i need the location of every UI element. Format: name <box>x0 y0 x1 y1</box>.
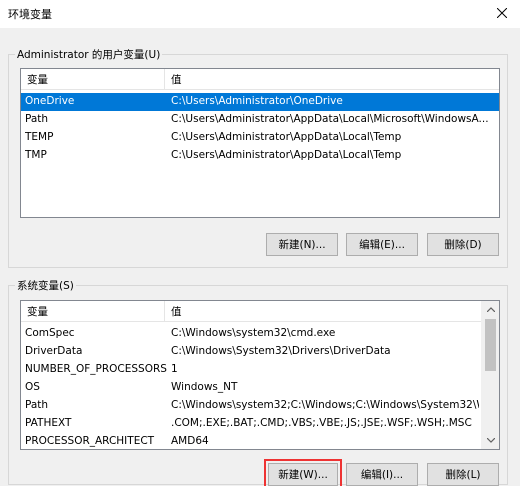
chevron-down-icon <box>486 438 495 443</box>
user-edit-button[interactable]: 编辑(E)... <box>346 233 418 256</box>
variable-name: Path <box>25 113 49 125</box>
variable-name: TEMP <box>25 131 54 143</box>
table-row[interactable]: Path C:\Windows\system32;C:\Windows;C:\Wi… <box>21 397 499 415</box>
column-separator[interactable] <box>164 301 165 321</box>
variable-value: C:\Users\Administrator\OneDrive <box>171 95 343 107</box>
user-new-button[interactable]: 新建(N)... <box>266 233 338 256</box>
table-row[interactable]: DriverData C:\Windows\System32\Drivers\Dr… <box>21 343 499 361</box>
table-row[interactable]: OS Windows_NT <box>21 379 499 397</box>
column-header-variable[interactable]: 变量 <box>27 72 48 87</box>
variable-value: C:\Windows\system32;C:\Windows;C:\Window… <box>171 399 479 411</box>
variable-value: 1 <box>171 363 178 375</box>
table-row[interactable]: TEMP C:\Users\Administrator\AppData\Local… <box>21 129 499 147</box>
variable-name: OneDrive <box>25 95 75 107</box>
variable-name: ComSpec <box>25 327 75 339</box>
variable-value: .COM;.EXE;.BAT;.CMD;.VBS;.VBE;.JS;.JSE;.… <box>171 417 472 429</box>
variable-name: DriverData <box>25 345 83 357</box>
scroll-down-button[interactable] <box>482 432 499 449</box>
variable-value: C:\Users\Administrator\AppData\Local\Tem… <box>171 131 402 143</box>
table-row[interactable]: ComSpec C:\Windows\system32\cmd.exe <box>21 325 499 343</box>
variable-value: C:\Users\Administrator\AppData\Local\Mic… <box>171 113 489 125</box>
chevron-up-icon <box>486 307 495 312</box>
user-delete-button[interactable]: 删除(D) <box>427 233 499 256</box>
column-header-value[interactable]: 值 <box>171 72 182 87</box>
table-row[interactable]: PATHEXT .COM;.EXE;.BAT;.CMD;.VBS;.VBE;.JS… <box>21 415 499 433</box>
window-title: 环境变量 <box>8 8 52 21</box>
title-bar: 环境变量 <box>0 0 520 28</box>
table-row[interactable]: NUMBER_OF_PROCESSORS 1 <box>21 361 499 379</box>
close-icon <box>497 8 507 18</box>
scrollbar-thumb[interactable] <box>485 319 496 371</box>
vertical-scrollbar[interactable] <box>481 301 499 449</box>
variable-name: PATHEXT <box>25 417 72 429</box>
column-header-variable[interactable]: 变量 <box>27 304 48 319</box>
system-edit-button[interactable]: 编辑(I)... <box>346 463 418 486</box>
column-separator[interactable] <box>164 69 165 89</box>
user-variables-list[interactable]: 变量 值 OneDrive C:\Users\Administrator\OneD… <box>20 68 500 218</box>
system-new-button[interactable]: 新建(W)... <box>264 459 342 486</box>
system-variables-group-label: 系统变量(S) <box>15 278 76 293</box>
column-header-value[interactable]: 值 <box>171 304 182 319</box>
variable-name: PROCESSOR_ARCHITECT <box>25 435 155 447</box>
variable-value: C:\Windows\system32\cmd.exe <box>171 327 336 339</box>
table-row[interactable]: TMP C:\Users\Administrator\AppData\Local\… <box>21 147 499 165</box>
variable-value: C:\Users\Administrator\AppData\Local\Tem… <box>171 149 402 161</box>
system-delete-button[interactable]: 删除(L) <box>427 463 499 486</box>
list-header: 变量 值 <box>21 301 499 322</box>
scroll-up-button[interactable] <box>482 301 499 318</box>
table-row[interactable]: PROCESSOR_ARCHITECT AMD64 <box>21 433 499 449</box>
variable-value: AMD64 <box>171 435 209 447</box>
variable-name: OS <box>25 381 40 393</box>
system-variables-list[interactable]: 变量 值 ComSpec C:\Windows\system32\cmd.exe D… <box>20 300 500 450</box>
variable-value: Windows_NT <box>171 381 238 393</box>
table-row[interactable]: Path C:\Users\Administrator\AppData\Local… <box>21 111 499 129</box>
table-row[interactable]: OneDrive C:\Users\Administrator\OneDrive <box>21 93 499 111</box>
user-variables-group-label: Administrator 的用户变量(U) <box>15 47 163 62</box>
variable-name: NUMBER_OF_PROCESSORS <box>25 363 167 375</box>
variable-value: C:\Windows\System32\Drivers\DriverData <box>171 345 391 357</box>
list-header: 变量 值 <box>21 69 499 90</box>
variable-name: Path <box>25 399 49 411</box>
close-button[interactable] <box>490 1 514 25</box>
variable-name: TMP <box>25 149 47 161</box>
